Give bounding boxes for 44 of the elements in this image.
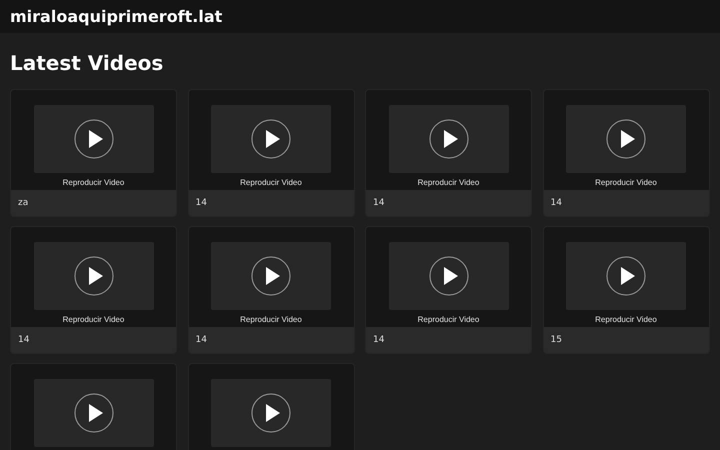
video-caption: 14 bbox=[372, 334, 386, 347]
video-card[interactable]: Reproducir Video 14 bbox=[365, 89, 532, 217]
video-caption: 15 bbox=[550, 334, 563, 347]
play-icon[interactable] bbox=[74, 256, 114, 296]
play-icon[interactable] bbox=[428, 256, 468, 296]
video-card[interactable]: Reproducir Video 14 bbox=[10, 226, 177, 354]
site-title[interactable]: miraloaquiprimeroft.lat bbox=[10, 7, 222, 26]
play-video-label: Reproducir Video bbox=[240, 178, 302, 188]
video-card[interactable]: Reproducir Video za bbox=[10, 89, 177, 217]
video-caption: 14 bbox=[372, 197, 386, 210]
play-video-label: Reproducir Video bbox=[240, 315, 302, 325]
play-video-label: Reproducir Video bbox=[418, 178, 480, 188]
video-caption: 14 bbox=[17, 334, 30, 347]
play-video-label: Reproducir Video bbox=[595, 178, 657, 188]
video-caption: 14 bbox=[550, 197, 563, 210]
page-heading: Latest Videos bbox=[10, 50, 164, 77]
video-thumbnail[interactable]: Reproducir Video bbox=[11, 90, 176, 190]
play-icon[interactable] bbox=[428, 119, 468, 159]
play-icon[interactable] bbox=[74, 119, 114, 159]
play-video-label: Reproducir Video bbox=[62, 178, 124, 188]
play-icon[interactable] bbox=[606, 256, 646, 296]
play-icon[interactable] bbox=[251, 393, 291, 433]
video-thumbnail[interactable]: Reproducir Video bbox=[188, 90, 354, 190]
play-icon[interactable] bbox=[74, 393, 114, 433]
play-video-label: Reproducir Video bbox=[418, 315, 480, 325]
video-thumbnail[interactable]: Reproducir Video bbox=[366, 90, 531, 190]
video-card[interactable]: Reproducir Video 14 bbox=[188, 89, 354, 217]
video-thumbnail[interactable]: Reproducir Video bbox=[544, 90, 708, 190]
play-icon[interactable] bbox=[251, 256, 291, 296]
video-caption: 14 bbox=[194, 197, 208, 210]
video-caption: 14 bbox=[194, 334, 208, 347]
video-caption: za bbox=[17, 197, 30, 210]
video-card[interactable]: Reproducir Video 15 bbox=[542, 226, 710, 354]
video-card[interactable]: Reproducir Video 14 bbox=[542, 89, 710, 217]
video-card[interactable]: Reproducir Video 14 bbox=[188, 226, 354, 354]
video-thumbnail[interactable]: Reproducir Video bbox=[544, 227, 708, 327]
video-thumbnail[interactable]: Reproducir Video bbox=[11, 227, 176, 327]
play-icon[interactable] bbox=[606, 119, 646, 159]
play-icon[interactable] bbox=[251, 119, 291, 159]
play-video-label: Reproducir Video bbox=[595, 315, 657, 325]
video-card[interactable]: Reproducir Video 14 bbox=[365, 226, 532, 354]
play-video-label: Reproducir Video bbox=[62, 315, 124, 325]
video-thumbnail[interactable]: Reproducir Video bbox=[366, 227, 531, 327]
video-thumbnail[interactable]: Reproducir Video bbox=[188, 227, 354, 327]
